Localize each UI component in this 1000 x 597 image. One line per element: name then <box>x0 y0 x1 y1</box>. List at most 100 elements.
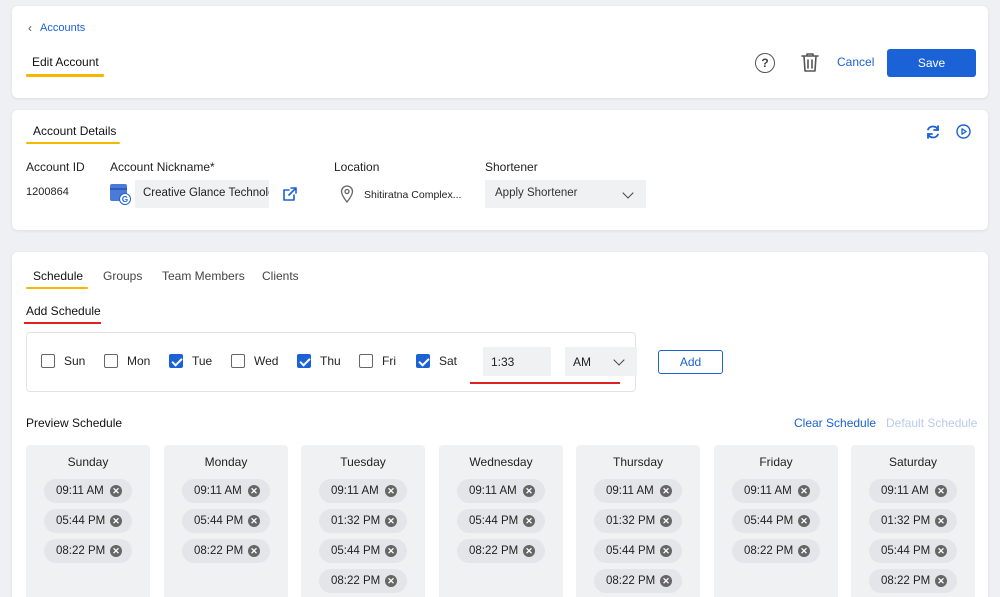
remove-time-icon[interactable]: ✕ <box>248 515 260 527</box>
day-checkbox-mon[interactable]: Mon <box>104 354 150 368</box>
checkbox-checked[interactable] <box>169 354 183 368</box>
remove-time-icon[interactable]: ✕ <box>798 515 810 527</box>
svg-text:G: G <box>122 195 128 204</box>
time-chip-label: 01:32 PM <box>606 515 656 527</box>
add-schedule-button[interactable]: Add <box>658 350 723 374</box>
remove-time-icon[interactable]: ✕ <box>385 575 397 587</box>
day-column-title: Saturday <box>888 455 938 469</box>
remove-time-icon[interactable]: ✕ <box>935 485 947 497</box>
day-label: Wed <box>254 354 279 368</box>
time-chip-label: 09:11 AM <box>606 485 654 497</box>
remove-time-icon[interactable]: ✕ <box>523 485 535 497</box>
remove-time-icon[interactable]: ✕ <box>523 545 535 557</box>
day-checkbox-wed[interactable]: Wed <box>231 354 278 368</box>
trash-icon[interactable] <box>801 52 819 73</box>
time-input[interactable]: 1:33 <box>483 347 551 376</box>
remove-time-icon[interactable]: ✕ <box>935 545 947 557</box>
time-chip: 09:11 AM ✕ <box>44 479 132 503</box>
day-checkbox-thu[interactable]: Thu <box>297 354 341 368</box>
time-chip-label: 05:44 PM <box>744 515 794 527</box>
default-schedule-button[interactable]: Default Schedule <box>886 416 977 430</box>
play-circle-icon[interactable] <box>956 124 971 139</box>
time-chip-label: 08:22 PM <box>56 545 106 557</box>
time-chip-label: 09:11 AM <box>469 485 517 497</box>
remove-time-icon[interactable]: ✕ <box>660 575 672 587</box>
tab-schedule[interactable]: Schedule <box>33 269 83 283</box>
save-button[interactable]: Save <box>887 49 976 77</box>
day-column-monday: Monday 09:11 AM ✕ 05:44 PM ✕ 08:22 PM ✕ <box>164 445 288 597</box>
schedule-card: Schedule Groups Team Members Clients Add… <box>12 252 988 597</box>
time-chip-label: 08:22 PM <box>469 545 519 557</box>
checkbox[interactable] <box>41 354 55 368</box>
remove-time-icon[interactable]: ✕ <box>385 515 397 527</box>
remove-time-icon[interactable]: ✕ <box>935 515 947 527</box>
time-chip-label: 05:44 PM <box>56 515 106 527</box>
remove-time-icon[interactable]: ✕ <box>798 485 810 497</box>
day-column-wednesday: Wednesday 09:11 AM ✕ 05:44 PM ✕ 08:22 PM ✕ <box>439 445 563 597</box>
remove-time-icon[interactable]: ✕ <box>660 545 672 557</box>
ampm-select[interactable]: AM <box>565 347 637 376</box>
time-chip: 05:44 PM ✕ <box>319 539 407 563</box>
checkbox[interactable] <box>104 354 118 368</box>
time-underline <box>470 382 620 384</box>
page-title: Edit Account <box>32 55 99 69</box>
remove-time-icon[interactable]: ✕ <box>248 485 260 497</box>
time-chip: 05:44 PM ✕ <box>869 539 957 563</box>
header-card: ‹ Accounts Edit Account ? Cancel Save <box>12 6 988 98</box>
remove-time-icon[interactable]: ✕ <box>385 485 397 497</box>
day-checkbox-sun[interactable]: Sun <box>41 354 85 368</box>
breadcrumb[interactable]: ‹ Accounts <box>28 21 85 35</box>
checkbox-checked[interactable] <box>297 354 311 368</box>
day-label: Thu <box>320 354 341 368</box>
shortener-label: Shortener <box>485 160 538 174</box>
remove-time-icon[interactable]: ✕ <box>660 515 672 527</box>
day-checkbox-sat[interactable]: Sat <box>416 354 457 368</box>
time-chip: 05:44 PM ✕ <box>594 539 682 563</box>
time-chip-label: 05:44 PM <box>194 515 244 527</box>
remove-time-icon[interactable]: ✕ <box>798 545 810 557</box>
tab-team-members[interactable]: Team Members <box>162 269 245 283</box>
cancel-button[interactable]: Cancel <box>837 55 874 69</box>
add-schedule-title: Add Schedule <box>26 304 101 318</box>
day-column-title: Wednesday <box>469 455 533 469</box>
time-chip: 05:44 PM ✕ <box>182 509 270 533</box>
time-chip: 05:44 PM ✕ <box>732 509 820 533</box>
time-chip: 09:11 AM ✕ <box>732 479 820 503</box>
remove-time-icon[interactable]: ✕ <box>385 545 397 557</box>
remove-time-icon[interactable]: ✕ <box>660 485 672 497</box>
checkbox[interactable] <box>359 354 373 368</box>
time-chip: 08:22 PM ✕ <box>594 569 682 593</box>
checkbox-checked[interactable] <box>416 354 430 368</box>
time-chip-label: 09:11 AM <box>331 485 379 497</box>
remove-time-icon[interactable]: ✕ <box>110 515 122 527</box>
location-pin-icon <box>340 185 354 203</box>
day-label: Tue <box>192 354 213 368</box>
nickname-field[interactable]: Creative Glance Technologies <box>135 180 269 208</box>
day-checkbox-tue[interactable]: Tue <box>169 354 212 368</box>
chevron-down-icon <box>613 354 625 366</box>
time-chip: 08:22 PM ✕ <box>457 539 545 563</box>
day-label: Mon <box>127 354 151 368</box>
time-chip-label: 05:44 PM <box>469 515 519 527</box>
external-link-icon[interactable] <box>282 186 298 202</box>
tab-clients[interactable]: Clients <box>262 269 299 283</box>
help-icon[interactable]: ? <box>755 53 775 73</box>
time-chip-label: 08:22 PM <box>194 545 244 557</box>
clear-schedule-button[interactable]: Clear Schedule <box>794 416 876 430</box>
time-chip: 09:11 AM ✕ <box>319 479 407 503</box>
checkbox[interactable] <box>231 354 245 368</box>
remove-time-icon[interactable]: ✕ <box>935 575 947 587</box>
remove-time-icon[interactable]: ✕ <box>110 485 122 497</box>
breadcrumb-accounts-link[interactable]: Accounts <box>40 22 85 34</box>
nickname-label: Account Nickname* <box>110 160 215 174</box>
refresh-icon[interactable] <box>925 124 941 140</box>
shortener-select[interactable]: Apply Shortener <box>485 180 646 208</box>
day-checkbox-fri[interactable]: Fri <box>359 354 396 368</box>
remove-time-icon[interactable]: ✕ <box>523 515 535 527</box>
remove-time-icon[interactable]: ✕ <box>110 545 122 557</box>
time-chip-label: 08:22 PM <box>744 545 794 557</box>
location-label: Location <box>334 160 380 174</box>
account-details-underline <box>26 142 120 144</box>
remove-time-icon[interactable]: ✕ <box>248 545 260 557</box>
tab-groups[interactable]: Groups <box>103 269 142 283</box>
